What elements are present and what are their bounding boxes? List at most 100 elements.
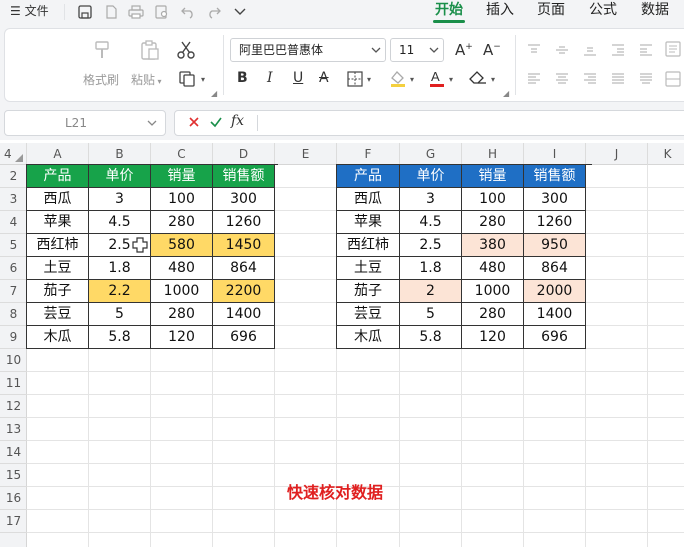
left-table-cell[interactable]: 茄子 (27, 280, 89, 303)
chevron-down-icon[interactable] (231, 3, 249, 21)
right-table-cell[interactable]: 280 (462, 303, 524, 326)
cancel-icon[interactable] (187, 115, 201, 133)
right-table-header-cell[interactable]: 销售额 (524, 165, 586, 188)
row-header-13[interactable]: 13 (0, 418, 27, 441)
left-table-cell[interactable]: 1000 (151, 280, 213, 303)
row-header-11[interactable]: 11 (0, 372, 27, 395)
left-table-cell[interactable]: 2200 (213, 280, 275, 303)
row-header-9[interactable]: 9 (0, 326, 27, 349)
tab-page[interactable]: 页面 (537, 0, 565, 24)
left-table-cell[interactable]: 西红柿 (27, 234, 89, 257)
paste-icon[interactable] (139, 39, 161, 65)
column-header-j[interactable]: J (586, 143, 648, 165)
italic-icon[interactable]: I (267, 70, 273, 86)
right-table-cell[interactable]: 300 (524, 188, 586, 211)
left-table-cell[interactable]: 300 (213, 188, 275, 211)
left-table-header-cell[interactable]: 销售额 (213, 165, 275, 188)
right-table-cell[interactable]: 1000 (462, 280, 524, 303)
left-table-cell[interactable]: 3 (89, 188, 151, 211)
row-header-14[interactable]: 14 (0, 441, 27, 464)
right-table-cell[interactable]: 5 (400, 303, 462, 326)
merge-cells-icon[interactable] (665, 71, 681, 91)
tab-insert[interactable]: 插入 (486, 0, 514, 24)
right-table-cell[interactable]: 5.8 (400, 326, 462, 349)
save-icon[interactable] (76, 3, 94, 21)
fill-color-icon[interactable] (389, 69, 407, 91)
left-table-cell[interactable]: 土豆 (27, 257, 89, 280)
right-table-cell[interactable]: 苹果 (337, 211, 400, 234)
chevron-down-icon[interactable]: ▾ (367, 75, 371, 84)
column-header-d[interactable]: D (213, 143, 275, 165)
row-header-6[interactable]: 6 (0, 257, 27, 280)
right-table-cell[interactable]: 100 (462, 188, 524, 211)
right-table-cell[interactable]: 280 (462, 211, 524, 234)
align-middle-icon[interactable] (555, 43, 569, 61)
align-bottom-icon[interactable] (583, 43, 597, 61)
left-table-cell[interactable]: 西瓜 (27, 188, 89, 211)
clear-format-icon[interactable] (469, 70, 487, 90)
row-header-7[interactable]: 7 (0, 280, 27, 303)
column-header-h[interactable]: H (462, 143, 524, 165)
row-header-4[interactable]: 4 (0, 211, 27, 234)
left-table-cell[interactable]: 480 (151, 257, 213, 280)
column-header-e[interactable]: E (275, 143, 337, 165)
decrease-indent-icon[interactable] (611, 43, 625, 61)
increase-font-icon[interactable]: A+ (455, 41, 473, 59)
export-pdf-icon[interactable] (102, 3, 120, 21)
right-table-header-cell[interactable]: 销量 (462, 165, 524, 188)
left-table-cell[interactable]: 木瓜 (27, 326, 89, 349)
strikethrough-icon[interactable]: A (319, 70, 329, 86)
formula-bar[interactable]: fx (174, 110, 684, 136)
align-right-icon[interactable] (583, 73, 597, 89)
left-table-cell[interactable]: 芸豆 (27, 303, 89, 326)
left-table-cell[interactable]: 696 (213, 326, 275, 349)
underline-icon[interactable]: U (293, 70, 303, 86)
row-header-10[interactable]: 10 (0, 349, 27, 372)
left-table-cell[interactable]: 5.8 (89, 326, 151, 349)
left-table-cell[interactable]: 280 (151, 303, 213, 326)
distributed-align-icon[interactable] (639, 73, 653, 89)
row-header-3[interactable]: 3 (0, 188, 27, 211)
decrease-font-icon[interactable]: A− (483, 41, 501, 59)
align-center-icon[interactable] (555, 73, 569, 89)
left-table-cell[interactable]: 4.5 (89, 211, 151, 234)
left-table-cell[interactable]: 苹果 (27, 211, 89, 234)
border-icon[interactable] (347, 71, 363, 91)
left-table-cell[interactable]: 100 (151, 188, 213, 211)
bold-icon[interactable]: B (237, 70, 248, 86)
left-table-cell[interactable]: 864 (213, 257, 275, 280)
function-icon[interactable]: fx (231, 113, 244, 129)
right-table-cell[interactable]: 木瓜 (337, 326, 400, 349)
right-table-cell[interactable]: 1400 (524, 303, 586, 326)
left-table-cell[interactable]: 1400 (213, 303, 275, 326)
font-name-select[interactable]: 阿里巴巴普惠体 (230, 38, 386, 62)
right-table-cell[interactable]: 1.8 (400, 257, 462, 280)
format-painter-label[interactable]: 格式刷 (83, 71, 119, 88)
right-table-cell[interactable]: 西红柿 (337, 234, 400, 257)
right-table-cell[interactable]: 380 (462, 234, 524, 257)
right-table-cell[interactable]: 茄子 (337, 280, 400, 303)
row-header-15[interactable]: 15 (0, 464, 27, 487)
left-table-cell[interactable]: 280 (151, 211, 213, 234)
left-table-cell[interactable]: 1450 (213, 234, 275, 257)
increase-indent-icon[interactable] (639, 43, 653, 61)
cut-icon[interactable] (177, 41, 195, 63)
confirm-icon[interactable] (209, 115, 223, 133)
paste-label[interactable]: 粘贴 ▾ (131, 71, 162, 88)
left-table-cell[interactable]: 120 (151, 326, 213, 349)
column-header-b[interactable]: B (89, 143, 151, 165)
column-header-k[interactable]: K (648, 143, 684, 165)
tab-data[interactable]: 数据 (641, 0, 669, 24)
right-table-cell[interactable]: 西瓜 (337, 188, 400, 211)
row-header-5[interactable]: 5 (0, 234, 27, 257)
left-table-cell[interactable]: 580 (151, 234, 213, 257)
copy-icon[interactable] (179, 71, 197, 91)
align-top-icon[interactable] (527, 43, 541, 61)
chevron-down-icon[interactable]: ▾ (449, 75, 453, 84)
left-table-cell[interactable]: 2.2 (89, 280, 151, 303)
right-table-cell[interactable]: 2.5 (400, 234, 462, 257)
chevron-down-icon[interactable]: ▾ (201, 75, 205, 84)
right-table-header-cell[interactable]: 产品 (337, 165, 400, 188)
undo-icon[interactable] (179, 3, 197, 21)
chevron-down-icon[interactable]: ▾ (410, 75, 414, 84)
